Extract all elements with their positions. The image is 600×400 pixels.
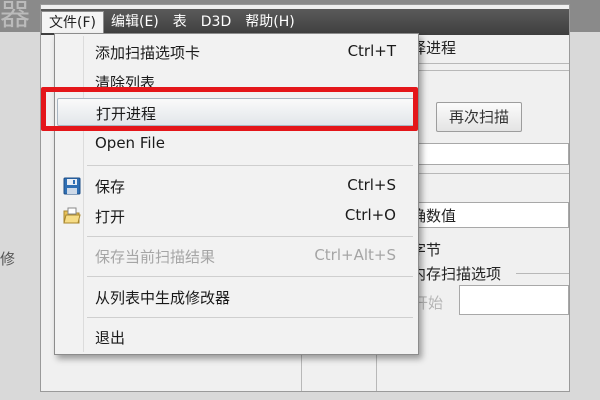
- menu-item-add-scan-tab[interactable]: 添加扫描选项卡 Ctrl+T: [57, 38, 416, 66]
- menu-separator: [87, 317, 413, 318]
- menu-separator: [87, 165, 413, 166]
- backdrop-title-fragment: 器: [0, 0, 30, 33]
- divider: [411, 63, 569, 64]
- menu-item-label: 打开: [95, 208, 126, 226]
- panel-divider: [301, 355, 302, 391]
- menu-help[interactable]: 帮助(H): [238, 11, 301, 33]
- menu-separator: [87, 276, 413, 277]
- divider: [411, 173, 569, 174]
- menu-item-generate-trainer[interactable]: 从列表中生成修改器: [57, 283, 416, 311]
- start-address-field[interactable]: [459, 285, 569, 315]
- menu-item-label: 添加扫描选项卡: [95, 44, 201, 62]
- menu-item-label: 保存当前扫描结果: [95, 248, 216, 266]
- panel-divider: [376, 355, 377, 391]
- menu-item-save-scan-results[interactable]: 保存当前扫描结果 Ctrl+Alt+S: [57, 242, 416, 270]
- menu-item-open[interactable]: 打开 Ctrl+O: [57, 202, 416, 230]
- menu-separator: [87, 236, 413, 237]
- menu-item-exit[interactable]: 退出: [57, 323, 416, 351]
- menu-item-label: Open File: [95, 134, 165, 152]
- menu-item-shortcut: Ctrl+S: [347, 176, 396, 194]
- rescan-button[interactable]: 再次扫描: [436, 102, 522, 132]
- menu-item-shortcut: Ctrl+T: [347, 42, 396, 60]
- menubar: 文件(F) 编辑(E) 表 D3D 帮助(H): [41, 9, 569, 35]
- folder-open-icon: [63, 207, 81, 224]
- menu-item-shortcut: Ctrl+O: [344, 206, 396, 224]
- menu-item-label: 退出: [95, 329, 126, 347]
- menu-edit[interactable]: 编辑(E): [104, 11, 166, 33]
- menu-item-open-file[interactable]: Open File: [57, 130, 416, 158]
- group-border: [516, 273, 569, 274]
- menu-item-shortcut: Ctrl+Alt+S: [314, 246, 396, 264]
- menu-file[interactable]: 文件(F): [41, 11, 104, 33]
- menu-item-label: 保存: [95, 178, 126, 196]
- menu-item-label: 从列表中生成修改器: [95, 289, 231, 307]
- memory-scan-options-label: 内存扫描选项: [411, 265, 502, 283]
- save-icon: [63, 177, 81, 195]
- menu-d3d[interactable]: D3D: [194, 11, 238, 33]
- app-window: 文件(F) 编辑(E) 表 D3D 帮助(H) 择进程 再次扫描 确数值 字节 …: [40, 4, 570, 392]
- backdrop-left-text: 修: [0, 250, 16, 268]
- divider: [411, 70, 569, 71]
- highlight-annotation-frame: [41, 87, 418, 131]
- menu-item-save[interactable]: 保存 Ctrl+S: [57, 172, 416, 200]
- menu-table[interactable]: 表: [166, 11, 194, 33]
- file-dropdown-menu: 添加扫描选项卡 Ctrl+T 清除列表 打开进程 Open File 保存 Ct…: [54, 33, 419, 355]
